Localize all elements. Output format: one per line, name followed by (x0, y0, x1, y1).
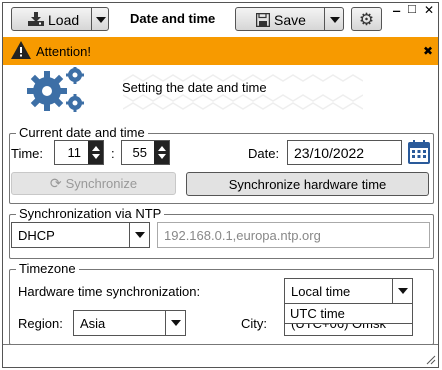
header-text: Setting the date and time (122, 80, 267, 95)
ntp-servers-field[interactable]: 192.168.0.1,europa.ntp.org (157, 222, 430, 248)
minute-spin-buttons[interactable] (154, 141, 169, 164)
alert-text: Attention! (36, 44, 91, 59)
alert-banner: Attention! ✖ (3, 37, 438, 65)
hour-stepper[interactable]: 11 (54, 140, 104, 165)
date-time-window: Load Date and time Save ⚙ ‒ □ ✕ Attentio… (2, 1, 439, 368)
warning-icon (11, 41, 31, 59)
floppy-disk-icon (255, 12, 271, 28)
date-label: Date: (248, 146, 280, 161)
status-bar (3, 344, 438, 345)
chevron-down-icon (96, 17, 106, 23)
hardware-sync-select[interactable]: Local time (284, 278, 413, 304)
dropdown-option-utc[interactable]: UTC time (290, 306, 345, 321)
chevron-down-icon[interactable] (129, 223, 149, 247)
chevron-down-icon[interactable] (392, 279, 412, 303)
down-arrow-icon[interactable] (157, 154, 166, 160)
current-date-time-legend: Current date and time (16, 125, 148, 140)
city-label: City: (241, 316, 267, 331)
date-field[interactable]: 23/10/2022 (287, 140, 402, 165)
window-title: Date and time (130, 11, 216, 26)
hour-spin-buttons[interactable] (88, 141, 103, 164)
refresh-icon: ⟳ (49, 175, 62, 191)
download-icon (28, 12, 44, 26)
timezone-legend: Timezone (16, 261, 79, 276)
settings-button[interactable]: ⚙ (351, 7, 382, 31)
save-button[interactable]: Save (235, 7, 344, 31)
gears-icon (25, 66, 95, 117)
region-select[interactable]: Asia (73, 310, 186, 336)
up-arrow-icon[interactable] (157, 145, 166, 151)
close-alert-icon[interactable]: ✖ (423, 44, 433, 58)
load-button[interactable]: Load (11, 7, 109, 31)
time-label: Time: (11, 146, 44, 161)
hardware-sync-label: Hardware time synchronization: (18, 284, 201, 299)
synchronize-label: Synchronize (65, 176, 138, 191)
minimize-button[interactable]: ‒ (393, 3, 400, 18)
chevron-down-icon[interactable] (165, 311, 185, 335)
ntp-mode-select[interactable]: DHCP (11, 222, 150, 248)
ntp-legend: Synchronization via NTP (16, 206, 165, 221)
synchronize-hardware-label: Synchronize hardware time (228, 176, 387, 192)
calendar-icon[interactable] (408, 140, 430, 164)
down-arrow-icon[interactable] (91, 154, 100, 160)
up-arrow-icon[interactable] (91, 145, 100, 151)
minute-stepper[interactable]: 55 (121, 140, 170, 165)
hardware-sync-dropdown: UTC time (284, 303, 413, 324)
close-window-button[interactable]: ✕ (424, 3, 434, 17)
synchronize-button[interactable]: ⟳ Synchronize (11, 172, 176, 195)
chevron-down-icon (330, 17, 340, 23)
gear-icon: ⚙ (358, 9, 375, 29)
time-separator: : (111, 146, 115, 161)
resize-grip-icon[interactable] (426, 353, 436, 365)
synchronize-hardware-button[interactable]: Synchronize hardware time (186, 172, 429, 196)
region-label: Region: (18, 316, 63, 331)
maximize-button[interactable]: □ (408, 1, 416, 16)
save-label: Save (274, 12, 306, 28)
load-label: Load (48, 12, 80, 28)
